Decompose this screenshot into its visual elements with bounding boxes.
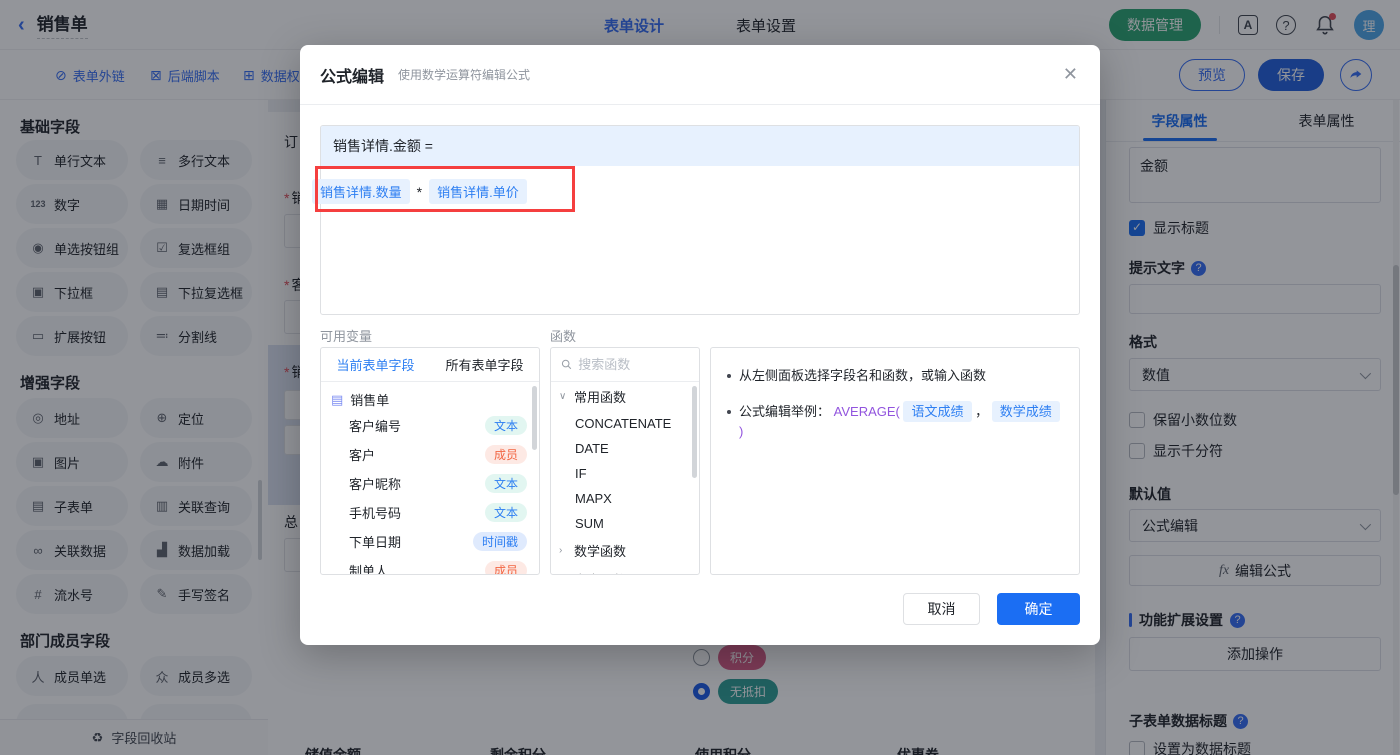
- formula-help-panel: 从左侧面板选择字段名和函数，或输入函数 公式编辑举例： AVERAGE( 语文成…: [710, 347, 1080, 575]
- bullet-icon: [727, 374, 731, 378]
- variables-tabs: 当前表单字段 所有表单字段: [321, 348, 539, 382]
- variables-label: 可用变量: [320, 329, 373, 344]
- function-group-text[interactable]: ›文本函数: [551, 565, 699, 575]
- example-function-name: AVERAGE(: [833, 404, 900, 419]
- help-line-2: 公式编辑举例： AVERAGE( 语文成绩 ， 数学成绩 ): [727, 401, 1063, 442]
- cancel-button[interactable]: 取消: [903, 593, 980, 625]
- type-badge: 成员: [484, 445, 527, 464]
- variable-row[interactable]: 手机号码 文本: [321, 498, 539, 527]
- scrollbar-thumb[interactable]: [532, 386, 537, 450]
- type-badge: 文本: [484, 503, 527, 522]
- function-item[interactable]: DATE: [551, 436, 699, 461]
- formula-editor[interactable]: 销售详情.金额 =: [320, 125, 1080, 315]
- tree-expand-icon: ∨: [559, 391, 567, 402]
- type-badge: 文本: [484, 416, 527, 435]
- scrollbar-thumb[interactable]: [692, 386, 697, 478]
- variable-row[interactable]: 客户 成员: [321, 440, 539, 469]
- example-arg-chip: 语文成绩: [903, 401, 972, 422]
- tab-current-form-fields[interactable]: 当前表单字段: [321, 348, 430, 381]
- multiply-operator: *: [416, 183, 423, 200]
- function-search-input[interactable]: [578, 357, 689, 372]
- functions-panel: ∨常用函数 CONCATENATE DATE IF MAPX SUM ›数学函数…: [550, 347, 700, 575]
- modal-subtitle: 使用数学运算符编辑公式: [398, 68, 531, 82]
- variable-row[interactable]: 客户昵称 文本: [321, 469, 539, 498]
- tree-collapsed-icon: ›: [559, 545, 563, 556]
- formula-edit-modal: 公式编辑 使用数学运算符编辑公式 ✕ 销售详情.金额 = 销售详情.数量 * 销…: [300, 45, 1100, 645]
- functions-label: 函数: [550, 329, 577, 344]
- function-item[interactable]: IF: [551, 461, 699, 486]
- confirm-button[interactable]: 确定: [997, 593, 1080, 625]
- type-badge: 文本: [484, 474, 527, 493]
- formula-expression[interactable]: 销售详情.数量 * 销售详情.单价: [312, 179, 527, 204]
- close-icon[interactable]: ✕: [1063, 65, 1078, 83]
- example-arg-chip: 数学成绩: [991, 401, 1060, 422]
- bullet-icon: [727, 410, 731, 414]
- type-badge: 时间戳: [472, 532, 527, 551]
- tree-collapsed-icon: ›: [559, 574, 569, 575]
- app: ‹ 销售单 表单设计 表单设置 数据管理 A ? 理 ⊘ 表单外链 ⊠ 后端脚本: [0, 0, 1400, 755]
- form-doc-icon: ▤: [331, 391, 344, 407]
- function-group-math[interactable]: › 数学函数: [551, 536, 699, 565]
- modal-title: 公式编辑: [320, 68, 385, 86]
- variable-row[interactable]: 制单人 成员: [321, 556, 539, 574]
- function-item[interactable]: SUM: [551, 511, 699, 536]
- function-search[interactable]: [551, 348, 699, 382]
- tab-all-form-fields[interactable]: 所有表单字段: [430, 348, 539, 381]
- field-chip-quantity[interactable]: 销售详情.数量: [312, 179, 410, 204]
- function-item[interactable]: MAPX: [551, 486, 699, 511]
- variables-root-node[interactable]: ▤ 销售单: [321, 382, 539, 411]
- variable-row[interactable]: 下单日期 时间戳: [321, 527, 539, 556]
- modal-header: 公式编辑 使用数学运算符编辑公式: [300, 45, 1100, 105]
- search-icon: [561, 359, 572, 370]
- function-item[interactable]: CONCATENATE: [551, 411, 699, 436]
- field-chip-unit-price[interactable]: 销售详情.单价: [429, 179, 527, 204]
- help-line-1: 从左侧面板选择字段名和函数，或输入函数: [727, 366, 1063, 386]
- variable-row[interactable]: 客户编号 文本: [321, 411, 539, 440]
- type-badge: 成员: [484, 561, 527, 574]
- formula-target: 销售详情.金额 =: [321, 126, 1079, 166]
- variables-panel: 当前表单字段 所有表单字段 ▤ 销售单 客户编号 文本 客户 成员 客户昵称 文本 手…: [320, 347, 540, 575]
- function-group-common[interactable]: ∨ 常用函数: [551, 382, 699, 411]
